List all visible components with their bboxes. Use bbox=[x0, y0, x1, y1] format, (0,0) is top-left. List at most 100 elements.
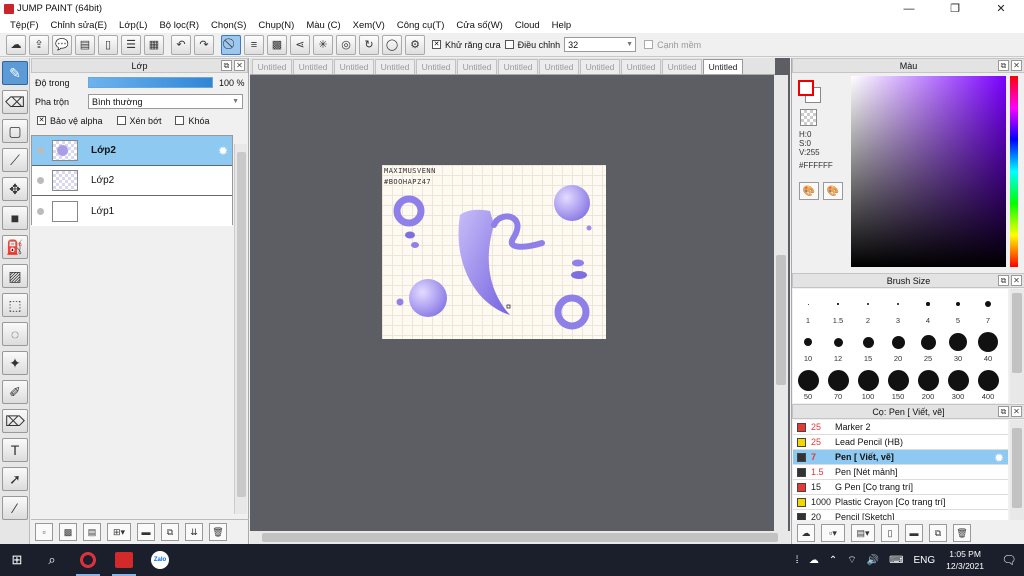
concentric-ruler-icon[interactable]: ◎ bbox=[336, 34, 356, 55]
antialias-checkbox[interactable]: ✕ bbox=[432, 40, 441, 49]
add-brush-menu-icon[interactable]: ▫▾ bbox=[821, 524, 845, 542]
brush-item[interactable]: 7 Pen [ Viết, vẽ] ✹ bbox=[793, 450, 1008, 465]
pen-tool-icon[interactable]: ✎ bbox=[2, 61, 28, 85]
folder-icon[interactable]: ▬ bbox=[137, 523, 155, 541]
menu-color[interactable]: Màu (C) bbox=[300, 20, 346, 31]
new-text-layer-icon[interactable]: ▤ bbox=[83, 523, 101, 541]
maximize-button[interactable]: ❐ bbox=[932, 0, 978, 17]
close-icon[interactable]: ✕ bbox=[1011, 275, 1022, 286]
layer-scrollbar[interactable] bbox=[234, 144, 247, 514]
brush-size-option[interactable]: 100 bbox=[853, 365, 883, 403]
document-tab[interactable]: Untitled bbox=[293, 59, 333, 74]
brush-size-option[interactable]: 15 bbox=[853, 327, 883, 365]
canvas-vertical-scrollbar[interactable] bbox=[774, 75, 788, 531]
scroll-thumb[interactable] bbox=[262, 533, 778, 542]
merge-layer-icon[interactable]: ⇊ bbox=[185, 523, 203, 541]
canvas-horizontal-scrollbar[interactable] bbox=[250, 531, 790, 544]
cloud-download-icon[interactable]: ☁ bbox=[797, 524, 815, 542]
page-icon[interactable]: ▯ bbox=[98, 34, 118, 55]
lock-option[interactable]: Khóa bbox=[175, 116, 210, 126]
document-tab-active[interactable]: Untitled bbox=[703, 59, 743, 74]
parallel-ruler-icon[interactable]: ≡ bbox=[244, 34, 264, 55]
duplicate-layer-icon[interactable]: ⧉ bbox=[161, 523, 179, 541]
brush-size-input[interactable]: 32 ▼ bbox=[564, 37, 637, 52]
curve-ruler-icon[interactable]: ↻ bbox=[359, 34, 379, 55]
brush-size-option[interactable]: 200 bbox=[913, 365, 943, 403]
brush-item[interactable]: 25 Lead Pencil (HB) bbox=[793, 435, 1008, 450]
windows-start-icon[interactable]: ⊞ bbox=[0, 544, 34, 576]
share-icon[interactable]: ⇪ bbox=[29, 34, 49, 55]
clipping-checkbox[interactable] bbox=[116, 116, 126, 125]
chevron-up-icon[interactable]: ⌃ bbox=[829, 555, 837, 566]
brush-size-option[interactable]: 5 bbox=[943, 289, 973, 327]
menu-view[interactable]: Xem(V) bbox=[347, 20, 391, 31]
trash-icon[interactable]: 🗑 bbox=[209, 523, 227, 541]
cloud-save-icon[interactable]: ☁ bbox=[6, 34, 26, 55]
document-tab[interactable]: Untitled bbox=[621, 59, 661, 74]
brush-size-option[interactable]: 30 bbox=[943, 327, 973, 365]
close-icon[interactable]: ✕ bbox=[1011, 60, 1022, 71]
notification-icon[interactable]: 🗨 bbox=[994, 553, 1024, 567]
transparent-color-swatch[interactable] bbox=[800, 109, 817, 126]
add-layer-menu-icon[interactable]: ⊞▾ bbox=[107, 523, 131, 541]
brush-size-option[interactable]: 7 bbox=[973, 289, 1003, 327]
brush-size-option[interactable]: 25 bbox=[913, 327, 943, 365]
keyboard-language[interactable]: ENG bbox=[914, 555, 936, 566]
eraser-tool-icon[interactable]: ⌫ bbox=[2, 90, 28, 114]
menu-layer[interactable]: Lớp(L) bbox=[113, 20, 153, 31]
people-icon[interactable]: ⵂ bbox=[796, 555, 799, 566]
redo-icon[interactable]: ↷ bbox=[194, 34, 214, 55]
brush-size-option[interactable]: 2 bbox=[853, 289, 883, 327]
zalo-icon[interactable]: Zalo bbox=[142, 544, 178, 576]
layers-list-icon[interactable]: ☰ bbox=[121, 34, 141, 55]
undock-icon[interactable]: ⧉ bbox=[221, 60, 232, 71]
brush-item[interactable]: 20 Pencil [Sketch] bbox=[793, 510, 1008, 520]
foreground-color-swatch[interactable] bbox=[798, 80, 814, 96]
drawing-canvas[interactable]: MAXIMUSVENN #BOOHAPZ47 bbox=[382, 165, 606, 339]
hue-slider[interactable] bbox=[1010, 76, 1018, 267]
search-icon[interactable]: ⌕ bbox=[34, 544, 70, 576]
new-tone-layer-icon[interactable]: ▩ bbox=[59, 523, 77, 541]
select-eraser-tool-icon[interactable]: ⌦ bbox=[2, 409, 28, 433]
clock[interactable]: 1:05 PM 12/3/2021 bbox=[946, 548, 984, 572]
undo-icon[interactable]: ↶ bbox=[171, 34, 191, 55]
ellipse-ruler-icon[interactable]: ◯ bbox=[382, 34, 402, 55]
magic-wand-tool-icon[interactable]: ✦ bbox=[2, 351, 28, 375]
menu-window[interactable]: Cửa số(W) bbox=[450, 20, 508, 31]
brush-size-scrollbar[interactable] bbox=[1010, 289, 1024, 403]
panel-icon[interactable]: ▤ bbox=[75, 34, 95, 55]
fill-rect-tool-icon[interactable]: ■ bbox=[2, 206, 28, 230]
saturation-value-picker[interactable] bbox=[851, 76, 1006, 267]
brush-size-option[interactable]: 3 bbox=[883, 289, 913, 327]
rect-select-tool-icon[interactable]: ⬚ bbox=[2, 293, 28, 317]
palette-edit-icon[interactable]: 🎨 bbox=[823, 182, 843, 200]
protect-alpha-checkbox[interactable]: ✕ bbox=[37, 116, 46, 125]
rectangle-tool-icon[interactable]: ▢ bbox=[2, 119, 28, 143]
brush-size-option[interactable]: 50 bbox=[793, 365, 823, 403]
brush-settings-icon[interactable]: ▯ bbox=[881, 524, 899, 542]
menu-tools[interactable]: Công cụ(T) bbox=[391, 20, 451, 31]
document-tab[interactable]: Untitled bbox=[498, 59, 538, 74]
close-icon[interactable]: ✕ bbox=[1011, 406, 1022, 417]
document-tab[interactable]: Untitled bbox=[334, 59, 374, 74]
scroll-thumb[interactable] bbox=[776, 255, 786, 385]
speech-bubble-icon[interactable]: 💬 bbox=[52, 34, 72, 55]
input-method-icon[interactable]: ⌨ bbox=[889, 555, 903, 566]
visibility-icon[interactable] bbox=[37, 177, 44, 184]
document-tab[interactable]: Untitled bbox=[252, 59, 292, 74]
visibility-icon[interactable] bbox=[37, 147, 44, 154]
undock-icon[interactable]: ⧉ bbox=[998, 406, 1009, 417]
document-tab[interactable]: Untitled bbox=[662, 59, 702, 74]
brush-type-menu-icon[interactable]: ▤▾ bbox=[851, 524, 875, 542]
brush-size-option[interactable]: 10 bbox=[793, 327, 823, 365]
opera-browser-icon[interactable] bbox=[70, 544, 106, 576]
menu-filter[interactable]: Bộ lọc(R) bbox=[153, 20, 205, 31]
menu-edit[interactable]: Chỉnh sửa(E) bbox=[45, 20, 114, 31]
menu-help[interactable]: Help bbox=[546, 20, 578, 31]
gear-icon[interactable]: ✹ bbox=[994, 451, 1004, 465]
radial-ruler-icon[interactable]: ✳ bbox=[313, 34, 333, 55]
scroll-thumb[interactable] bbox=[1012, 428, 1022, 508]
brush-item[interactable]: 1.5 Pen [Nét mảnh] bbox=[793, 465, 1008, 480]
brush-size-option[interactable]: 300 bbox=[943, 365, 973, 403]
minimize-button[interactable]: — bbox=[886, 0, 932, 17]
